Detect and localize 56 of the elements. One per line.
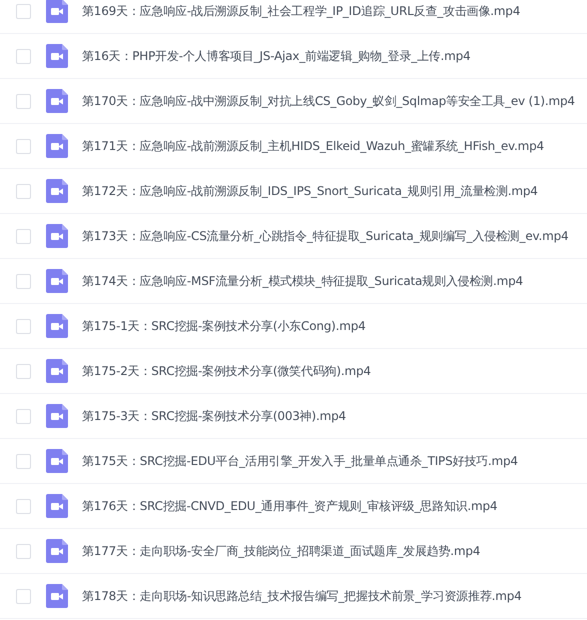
file-row[interactable]: 第170天：应急响应-战中溯源反制_对抗上线CS_Goby_蚁剑_Sqlmap等安全工具_ev (1).mp4 [0, 79, 587, 124]
file-name: 第170天：应急响应-战中溯源反制_对抗上线CS_Goby_蚁剑_Sqlmap等安全工具_ev (1).mp4 [82, 92, 575, 110]
checkbox[interactable] [16, 138, 31, 154]
checkbox[interactable] [16, 228, 31, 244]
video-file-icon [46, 89, 68, 113]
video-file-icon [46, 494, 68, 518]
file-row[interactable]: 第172天：应急响应-战前溯源反制_IDS_IPS_Snort_Suricata_规则引用_流量检测.mp4 [0, 169, 587, 214]
checkbox[interactable] [16, 274, 31, 288]
file-name: 第16天：PHP开发-个人博客项目_JS-Ajax_前端逻辑_购物_登录_上传.mp4 [82, 48, 470, 64]
file-row[interactable]: 第16天：PHP开发-个人博客项目_JS-Ajax_前端逻辑_购物_登录_上传.mp4 [0, 34, 587, 79]
file-name: 第169天：应急响应-战后溯源反制_社会工程学_IP_ID追踪_URL反查_攻击画像.mp4 [82, 2, 520, 20]
file-name: 第177天：走向职场-安全厂商_技能岗位_招聘渠道_面试题库_发展趋势.mp4 [82, 542, 480, 560]
file-name: 第175-3天：SRC挖掘-案例技术分享(003神).mp4 [82, 408, 346, 424]
file-name: 第171天：应急响应-战前溯源反制_主机HIDS_Elkeid_Wazuh_蜜罐系统_HFish_ev.mp4 [82, 138, 544, 154]
file-name: 第178天：走向职场-知识思路总结_技术报告编写_把握技术前景_学习资源推荐.mp4 [82, 588, 522, 604]
file-row[interactable]: 第175天：SRC挖掘-EDU平台_活用引擎_开发入手_批量单点通杀_TIPS好技巧.mp4 [0, 439, 587, 484]
file-row[interactable]: 第177天：走向职场-安全厂商_技能岗位_招聘渠道_面试题库_发展趋势.mp4 [0, 529, 587, 574]
checkbox[interactable] [16, 498, 31, 514]
video-file-icon [46, 449, 68, 473]
checkbox[interactable] [16, 408, 31, 424]
file-name: 第176天：SRC挖掘-CNVD_EDU_通用事件_资产规则_审核评级_思路知识.mp4 [82, 498, 498, 514]
file-row[interactable]: 第176天：SRC挖掘-CNVD_EDU_通用事件_资产规则_审核评级_思路知识.mp4 [0, 484, 587, 529]
video-file-icon [46, 539, 68, 563]
file-row[interactable]: 第175-2天：SRC挖掘-案例技术分享(微笑代码狗).mp4 [0, 349, 587, 394]
checkbox[interactable] [16, 184, 31, 198]
file-row[interactable]: 第178天：走向职场-知识思路总结_技术报告编写_把握技术前景_学习资源推荐.mp4 [0, 574, 587, 619]
file-row[interactable]: 第174天：应急响应-MSF流量分析_模式模块_特征提取_Suricata规则入侵检测.mp4 [0, 259, 587, 304]
file-name: 第175-1天：SRC挖掘-案例技术分享(小东Cong).mp4 [82, 318, 366, 334]
video-file-icon [46, 584, 68, 608]
file-row[interactable]: 第175-3天：SRC挖掘-案例技术分享(003神).mp4 [0, 394, 587, 439]
checkbox[interactable] [16, 4, 31, 18]
video-file-icon [46, 404, 68, 428]
file-name: 第175天：SRC挖掘-EDU平台_活用引擎_开发入手_批量单点通杀_TIPS好技巧.mp4 [82, 452, 518, 470]
file-name: 第172天：应急响应-战前溯源反制_IDS_IPS_Snort_Suricata_规则引用_流量检测.mp4 [82, 182, 538, 200]
video-file-icon [46, 44, 68, 68]
checkbox[interactable] [16, 48, 31, 64]
video-file-icon [46, 179, 68, 203]
video-file-icon [46, 269, 68, 293]
checkbox[interactable] [16, 318, 31, 334]
video-file-icon [46, 134, 68, 158]
file-name: 第174天：应急响应-MSF流量分析_模式模块_特征提取_Suricata规则入侵检测.mp4 [82, 272, 523, 290]
video-file-icon [46, 314, 68, 338]
checkbox[interactable] [16, 544, 31, 558]
checkbox[interactable] [16, 364, 31, 378]
file-name: 第173天：应急响应-CS流量分析_心跳指令_特征提取_Suricata_规则编写_入侵检测_ev.mp4 [82, 228, 568, 244]
video-file-icon [46, 359, 68, 383]
file-row[interactable]: 第175-1天：SRC挖掘-案例技术分享(小东Cong).mp4 [0, 304, 587, 349]
file-row[interactable]: 第169天：应急响应-战后溯源反制_社会工程学_IP_ID追踪_URL反查_攻击画像.mp4 [0, 0, 587, 34]
checkbox[interactable] [16, 454, 31, 468]
checkbox[interactable] [16, 94, 31, 108]
video-file-icon [46, 0, 68, 23]
file-row[interactable]: 第173天：应急响应-CS流量分析_心跳指令_特征提取_Suricata_规则编写_入侵检测_ev.mp4 [0, 214, 587, 259]
file-row[interactable]: 第171天：应急响应-战前溯源反制_主机HIDS_Elkeid_Wazuh_蜜罐系统_HFish_ev.mp4 [0, 124, 587, 169]
video-file-icon [46, 224, 68, 248]
file-name: 第175-2天：SRC挖掘-案例技术分享(微笑代码狗).mp4 [82, 362, 371, 380]
checkbox[interactable] [16, 588, 31, 604]
